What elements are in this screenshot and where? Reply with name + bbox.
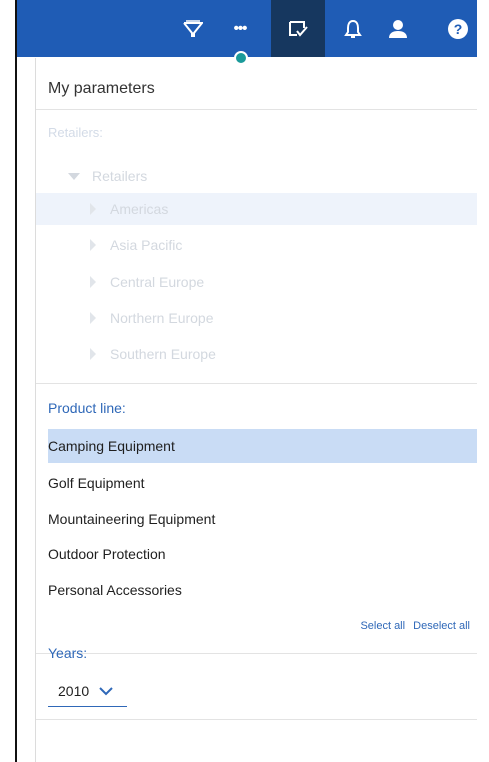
- top-toolbar: ••• ?: [17, 0, 477, 57]
- product-item-mountaineering-equipment[interactable]: Mountaineering Equipment: [48, 502, 477, 536]
- tree-item-label: Central Europe: [110, 274, 205, 290]
- retailers-tree-root[interactable]: Retailers: [68, 168, 147, 184]
- deselect-all-link[interactable]: Deselect all: [413, 620, 470, 632]
- checklist-icon[interactable]: [271, 0, 325, 57]
- years-value: 2010: [58, 683, 90, 699]
- caret-right-icon: [90, 312, 96, 324]
- tree-item-label: Northern Europe: [110, 310, 214, 326]
- select-all-link[interactable]: Select all: [360, 620, 405, 632]
- product-item-personal-accessories[interactable]: Personal Accessories: [48, 573, 477, 607]
- divider: [36, 109, 477, 110]
- product-item-outdoor-protection[interactable]: Outdoor Protection: [48, 537, 477, 571]
- product-item-label: Outdoor Protection: [48, 546, 166, 562]
- help-icon[interactable]: ?: [441, 0, 475, 57]
- tree-item-label: Asia Pacific: [110, 237, 183, 253]
- product-item-golf-equipment[interactable]: Golf Equipment: [48, 466, 477, 500]
- tree-item-central-europe[interactable]: Central Europe: [36, 266, 477, 298]
- product-item-camping-equipment[interactable]: Camping Equipment: [48, 429, 477, 463]
- bell-icon[interactable]: [336, 0, 370, 57]
- tree-item-southern-europe[interactable]: Southern Europe: [36, 338, 477, 370]
- retailers-root-label: Retailers: [92, 168, 148, 184]
- retailers-label: Retailers:: [48, 125, 103, 140]
- user-icon[interactable]: [380, 0, 416, 57]
- more-icon[interactable]: •••: [223, 0, 257, 57]
- tree-item-americas[interactable]: Americas: [36, 193, 477, 225]
- parameters-panel: My parameters Retailers: Retailers Ameri…: [36, 58, 477, 762]
- tree-item-label: Southern Europe: [110, 346, 216, 362]
- caret-right-icon: [90, 276, 96, 288]
- caret-right-icon: [90, 203, 96, 215]
- divider: [36, 383, 477, 384]
- product-line-label: Product line:: [48, 400, 126, 416]
- tree-item-label: Americas: [110, 201, 169, 217]
- product-item-label: Camping Equipment: [48, 438, 175, 454]
- tree-item-asia-pacific[interactable]: Asia Pacific: [36, 229, 477, 261]
- help-glyph: ?: [448, 18, 468, 39]
- selection-links: Select all Deselect all: [355, 620, 470, 632]
- caret-right-icon: [90, 239, 96, 251]
- caret-down-icon: [68, 172, 80, 180]
- divider: [36, 719, 477, 720]
- filter-icon[interactable]: [175, 0, 211, 57]
- divider: [36, 653, 477, 654]
- panel-title: My parameters: [48, 80, 155, 97]
- years-select[interactable]: 2010: [48, 676, 127, 707]
- product-item-label: Golf Equipment: [48, 475, 145, 491]
- product-item-label: Personal Accessories: [48, 582, 182, 598]
- chevron-down-icon: [99, 687, 113, 696]
- tree-item-northern-europe[interactable]: Northern Europe: [36, 302, 477, 334]
- product-item-label: Mountaineering Equipment: [48, 511, 216, 527]
- years-label: Years:: [48, 645, 88, 661]
- caret-right-icon: [90, 348, 96, 360]
- window-frame-edge: [15, 0, 17, 762]
